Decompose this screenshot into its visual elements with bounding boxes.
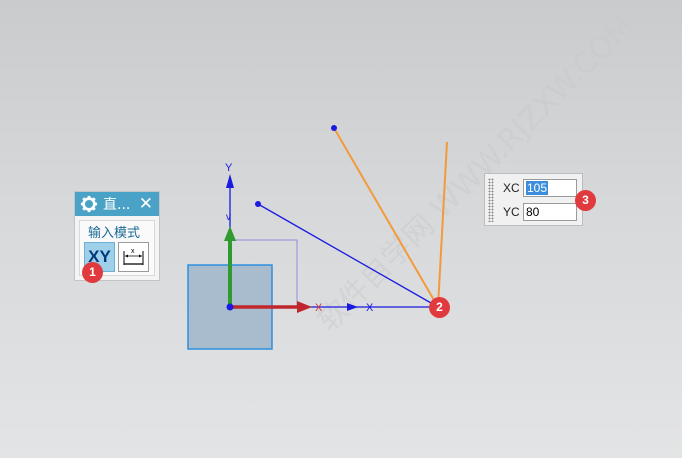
line-endpoint — [255, 201, 261, 207]
step-badge-3: 3 — [575, 190, 596, 211]
dialog-title: 直... — [103, 197, 131, 213]
yc-label: YC — [503, 205, 520, 219]
gear-icon[interactable] — [80, 195, 98, 213]
dialog-title-bar[interactable]: 直... ✕ — [75, 192, 159, 216]
y-axis-label: Y — [225, 162, 233, 174]
input-mode-label: 输入模式 — [88, 226, 141, 241]
green-axis-arrowhead — [224, 226, 236, 241]
step-badge-2: 2 — [429, 297, 450, 318]
step-badge-1: 1 — [82, 262, 103, 283]
x-axis-mark-1: X — [315, 302, 323, 314]
xc-row: XC 105 — [503, 178, 577, 198]
xc-input[interactable]: 105 — [523, 179, 577, 197]
parameter-mode-button[interactable]: x — [118, 242, 149, 272]
preview-line-endpoint — [331, 125, 337, 131]
dimension-icon: x — [123, 248, 144, 265]
y-axis-arrowhead — [226, 174, 234, 188]
x-axis-mark-2: X — [366, 302, 374, 314]
svg-text:x: x — [131, 248, 135, 255]
close-icon[interactable]: ✕ — [139, 193, 153, 215]
drag-grip-handle[interactable] — [488, 178, 494, 222]
yc-input[interactable]: 80 — [523, 203, 577, 221]
xc-label: XC — [503, 181, 520, 195]
yc-row: YC 80 — [503, 202, 577, 222]
y-axis-tick-mark: v — [226, 212, 231, 223]
origin-point — [226, 303, 234, 311]
red-axis-arrowhead — [297, 301, 312, 313]
xc-value: 105 — [526, 181, 549, 195]
yc-value: 80 — [526, 205, 540, 219]
coordinate-input-box: XC 105 YC 80 — [484, 173, 583, 226]
